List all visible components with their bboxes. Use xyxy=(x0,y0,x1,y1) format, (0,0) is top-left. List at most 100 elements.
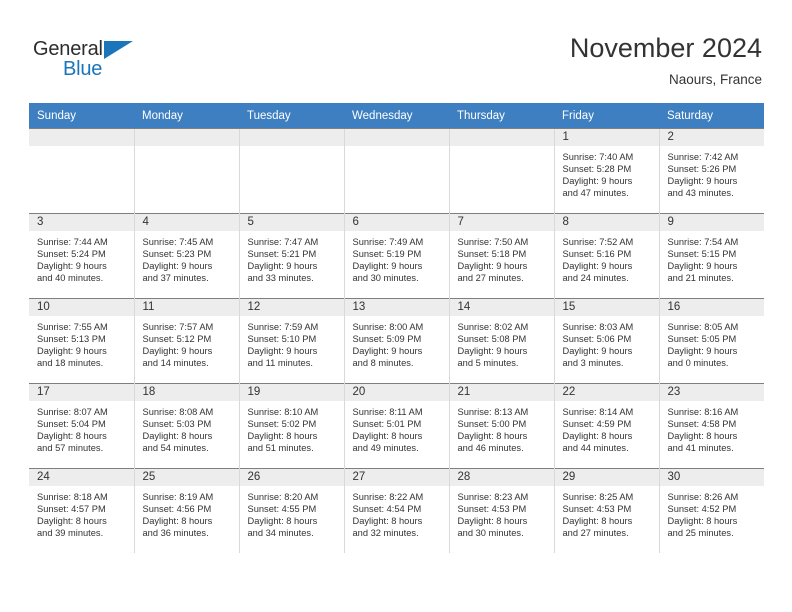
calendar-day-cell[interactable]: 9 Sunrise: 7:54 AM Sunset: 5:15 PM Daylight… xyxy=(658,213,764,299)
calendar-day-cell[interactable]: 7 Sunrise: 7:50 AM Sunset: 5:18 PM Daylight… xyxy=(448,213,554,299)
day-number xyxy=(134,129,239,146)
day-details: Sunrise: 7:59 AM Sunset: 5:10 PM Daylight:… xyxy=(240,316,344,369)
day-number: 14 xyxy=(449,299,554,316)
daylight-text-line2: and 54 minutes. xyxy=(142,443,209,454)
calendar-day-cell[interactable]: 18 Sunrise: 8:08 AM Sunset: 5:03 PM Dayligh… xyxy=(133,383,239,469)
day-cell-inner: 25 Sunrise: 8:19 AM Sunset: 4:56 PM Dayligh… xyxy=(134,469,239,553)
sunrise-text: Sunrise: 7:52 AM xyxy=(562,237,634,247)
daylight-text-line1: Daylight: 8 hours xyxy=(247,516,318,527)
daylight-text-line2: and 5 minutes. xyxy=(457,358,519,369)
day-cell-inner: 30 Sunrise: 8:26 AM Sunset: 4:52 PM Dayligh… xyxy=(659,469,765,553)
day-number: 26 xyxy=(239,469,344,486)
calendar-day-cell[interactable]: 24 Sunrise: 8:18 AM Sunset: 4:57 PM Dayligh… xyxy=(29,468,134,553)
day-number: 13 xyxy=(344,299,449,316)
daylight-text-line1: Daylight: 9 hours xyxy=(562,346,633,357)
daylight-text-line1: Daylight: 9 hours xyxy=(667,346,738,357)
calendar-day-cell[interactable]: 21 Sunrise: 8:13 AM Sunset: 5:00 PM Dayligh… xyxy=(448,383,554,469)
calendar-day-cell[interactable]: 4 Sunrise: 7:45 AM Sunset: 5:23 PM Daylight… xyxy=(133,213,239,299)
calendar-day-cell[interactable]: 1 Sunrise: 7:40 AM Sunset: 5:28 PM Daylight… xyxy=(553,128,659,214)
daylight-text-line1: Daylight: 9 hours xyxy=(457,346,528,357)
calendar-week-row: 24 Sunrise: 8:18 AM Sunset: 4:57 PM Dayligh… xyxy=(29,468,765,553)
calendar-day-cell[interactable]: 2 Sunrise: 7:42 AM Sunset: 5:26 PM Daylight… xyxy=(658,128,764,214)
day-cell-inner: 19 Sunrise: 8:10 AM Sunset: 5:02 PM Dayligh… xyxy=(239,384,344,468)
daylight-text-line2: and 37 minutes. xyxy=(142,273,209,284)
day-cell-inner: 2 Sunrise: 7:42 AM Sunset: 5:26 PM Daylight… xyxy=(659,129,764,213)
sunrise-text: Sunrise: 7:54 AM xyxy=(667,237,739,247)
day-details: Sunrise: 8:20 AM Sunset: 4:55 PM Daylight:… xyxy=(240,486,344,539)
day-details: Sunrise: 8:26 AM Sunset: 4:52 PM Daylight:… xyxy=(660,486,765,539)
day-cell-inner: 10 Sunrise: 7:55 AM Sunset: 5:13 PM Dayligh… xyxy=(29,299,134,383)
calendar-day-cell[interactable]: 25 Sunrise: 8:19 AM Sunset: 4:56 PM Dayligh… xyxy=(133,468,239,553)
sunrise-text: Sunrise: 8:23 AM xyxy=(457,492,529,502)
calendar-header-row: Sunday Monday Tuesday Wednesday Thursday… xyxy=(29,103,764,129)
calendar-day-cell[interactable]: 26 Sunrise: 8:20 AM Sunset: 4:55 PM Dayligh… xyxy=(238,468,344,553)
brand-logo[interactable]: General Blue xyxy=(33,38,148,82)
daylight-text-line1: Daylight: 8 hours xyxy=(352,431,423,442)
daylight-text-line2: and 14 minutes. xyxy=(142,358,209,369)
calendar-day-cell[interactable]: 6 Sunrise: 7:49 AM Sunset: 5:19 PM Daylight… xyxy=(343,213,449,299)
calendar-day-cell[interactable]: 27 Sunrise: 8:22 AM Sunset: 4:54 PM Dayligh… xyxy=(343,468,449,553)
daylight-text-line1: Daylight: 9 hours xyxy=(37,261,107,272)
day-details: Sunrise: 8:10 AM Sunset: 5:02 PM Daylight:… xyxy=(240,401,344,454)
daylight-text-line1: Daylight: 9 hours xyxy=(37,346,107,357)
page-header: General Blue November 2024 Naours, Franc… xyxy=(0,0,792,103)
calendar-day-cell[interactable]: 11 Sunrise: 7:57 AM Sunset: 5:12 PM Dayligh… xyxy=(133,298,239,384)
day-number: 22 xyxy=(554,384,659,401)
day-cell-inner xyxy=(134,129,239,213)
calendar-day-cell[interactable]: 10 Sunrise: 7:55 AM Sunset: 5:13 PM Dayligh… xyxy=(29,298,134,384)
sunrise-text: Sunrise: 8:25 AM xyxy=(562,492,634,502)
sunset-text: Sunset: 5:28 PM xyxy=(562,164,632,175)
calendar-day-cell[interactable]: 14 Sunrise: 8:02 AM Sunset: 5:08 PM Dayligh… xyxy=(448,298,554,384)
calendar-day-cell[interactable]: 12 Sunrise: 7:59 AM Sunset: 5:10 PM Dayligh… xyxy=(238,298,344,384)
day-cell-inner xyxy=(239,129,344,213)
day-details: Sunrise: 8:23 AM Sunset: 4:53 PM Daylight:… xyxy=(450,486,554,539)
day-cell-inner: 5 Sunrise: 7:47 AM Sunset: 5:21 PM Daylight… xyxy=(239,214,344,298)
daylight-text-line1: Daylight: 9 hours xyxy=(562,176,633,187)
daylight-text-line1: Daylight: 9 hours xyxy=(142,261,213,272)
daylight-text-line2: and 11 minutes. xyxy=(247,358,313,369)
day-number: 4 xyxy=(134,214,239,231)
weekday-header-wednesday: Wednesday xyxy=(344,103,449,129)
daylight-text-line1: Daylight: 9 hours xyxy=(562,261,633,272)
day-cell-inner: 7 Sunrise: 7:50 AM Sunset: 5:18 PM Daylight… xyxy=(449,214,554,298)
daylight-text-line1: Daylight: 8 hours xyxy=(562,431,633,442)
calendar-empty-cell xyxy=(133,128,239,214)
calendar-day-cell[interactable]: 23 Sunrise: 8:16 AM Sunset: 4:58 PM Dayligh… xyxy=(658,383,764,469)
day-details: Sunrise: 7:57 AM Sunset: 5:12 PM Daylight:… xyxy=(135,316,239,369)
calendar-day-cell[interactable]: 28 Sunrise: 8:23 AM Sunset: 4:53 PM Dayligh… xyxy=(448,468,554,553)
day-details: Sunrise: 8:22 AM Sunset: 4:54 PM Daylight:… xyxy=(345,486,449,539)
calendar-day-cell[interactable]: 15 Sunrise: 8:03 AM Sunset: 5:06 PM Dayligh… xyxy=(553,298,659,384)
calendar-day-cell[interactable]: 30 Sunrise: 8:26 AM Sunset: 4:52 PM Dayligh… xyxy=(658,468,765,553)
calendar-day-cell[interactable]: 8 Sunrise: 7:52 AM Sunset: 5:16 PM Daylight… xyxy=(553,213,659,299)
day-details: Sunrise: 8:08 AM Sunset: 5:03 PM Daylight:… xyxy=(135,401,239,454)
calendar-day-cell[interactable]: 16 Sunrise: 8:05 AM Sunset: 5:05 PM Dayligh… xyxy=(658,298,764,384)
day-details: Sunrise: 7:49 AM Sunset: 5:19 PM Daylight:… xyxy=(345,231,449,284)
calendar-empty-cell xyxy=(238,128,344,214)
day-number: 18 xyxy=(134,384,239,401)
daylight-text-line1: Daylight: 8 hours xyxy=(37,431,107,442)
day-cell-inner xyxy=(449,129,554,213)
calendar-empty-cell xyxy=(343,128,449,214)
weekday-header-saturday: Saturday xyxy=(659,103,764,129)
daylight-text-line2: and 36 minutes. xyxy=(142,528,209,539)
sunrise-text: Sunrise: 8:16 AM xyxy=(667,407,739,417)
day-cell-inner: 29 Sunrise: 8:25 AM Sunset: 4:53 PM Dayligh… xyxy=(554,469,659,553)
calendar-day-cell[interactable]: 19 Sunrise: 8:10 AM Sunset: 5:02 PM Dayligh… xyxy=(238,383,344,469)
calendar-day-cell[interactable]: 3 Sunrise: 7:44 AM Sunset: 5:24 PM Daylight… xyxy=(29,213,134,299)
calendar-day-cell[interactable]: 17 Sunrise: 8:07 AM Sunset: 5:04 PM Dayligh… xyxy=(29,383,134,469)
day-details: Sunrise: 7:52 AM Sunset: 5:16 PM Daylight:… xyxy=(555,231,659,284)
daylight-text-line2: and 0 minutes. xyxy=(667,358,729,369)
sunset-text: Sunset: 5:08 PM xyxy=(457,334,527,345)
sunrise-text: Sunrise: 7:57 AM xyxy=(142,322,214,332)
calendar-grid: Sunday Monday Tuesday Wednesday Thursday… xyxy=(29,103,764,553)
calendar-day-cell[interactable]: 5 Sunrise: 7:47 AM Sunset: 5:21 PM Daylight… xyxy=(238,213,344,299)
calendar-day-cell[interactable]: 20 Sunrise: 8:11 AM Sunset: 5:01 PM Dayligh… xyxy=(343,383,449,469)
daylight-text-line1: Daylight: 8 hours xyxy=(247,431,318,442)
weekday-header-monday: Monday xyxy=(134,103,239,129)
daylight-text-line1: Daylight: 8 hours xyxy=(142,516,213,527)
calendar-day-cell[interactable]: 29 Sunrise: 8:25 AM Sunset: 4:53 PM Dayligh… xyxy=(553,468,659,553)
day-number: 1 xyxy=(554,129,659,146)
calendar-day-cell[interactable]: 22 Sunrise: 8:14 AM Sunset: 4:59 PM Dayligh… xyxy=(553,383,659,469)
calendar-empty-cell xyxy=(448,128,554,214)
calendar-day-cell[interactable]: 13 Sunrise: 8:00 AM Sunset: 5:09 PM Dayligh… xyxy=(343,298,449,384)
